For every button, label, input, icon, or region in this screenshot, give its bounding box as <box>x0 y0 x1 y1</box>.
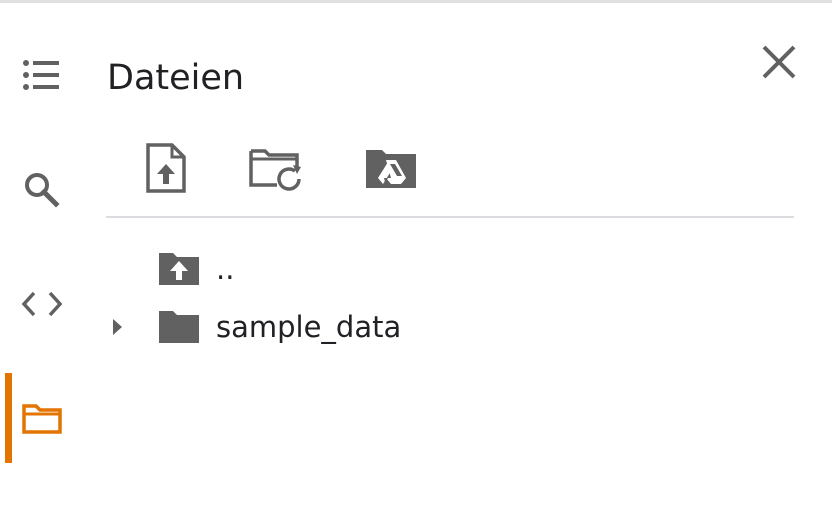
refresh-folder-icon <box>249 149 301 191</box>
tree-item-parent[interactable]: .. <box>106 243 794 295</box>
close-icon <box>762 45 796 79</box>
parent-folder-icon-wrap <box>156 249 202 289</box>
folder-icon <box>22 404 62 434</box>
left-rail <box>0 3 84 517</box>
parent-folder-icon <box>159 253 199 285</box>
code-icon <box>21 291 63 317</box>
upload-file-button[interactable] <box>136 138 196 198</box>
refresh-button[interactable] <box>246 138 306 198</box>
upload-file-icon <box>146 143 186 193</box>
top-border <box>0 0 832 3</box>
code-snippets-button[interactable] <box>0 259 84 349</box>
expand-caret[interactable] <box>106 313 128 341</box>
close-button[interactable] <box>755 38 803 86</box>
search-button[interactable] <box>0 145 84 235</box>
list-icon <box>23 60 59 90</box>
toolbar-divider <box>106 216 794 218</box>
table-of-contents-button[interactable] <box>0 30 84 120</box>
mount-drive-icon <box>366 150 416 188</box>
search-icon <box>25 173 60 208</box>
files-button[interactable] <box>0 373 84 463</box>
caret-right-icon <box>113 319 122 335</box>
panel-title: Dateien <box>107 58 245 98</box>
folder-icon <box>159 311 199 343</box>
tree-item-label: sample_data <box>216 310 402 344</box>
folder-icon-wrap <box>156 307 202 347</box>
tree-item-sample-data[interactable]: sample_data <box>106 301 794 353</box>
tree-item-label: .. <box>216 252 235 286</box>
mount-drive-button[interactable] <box>361 138 421 198</box>
